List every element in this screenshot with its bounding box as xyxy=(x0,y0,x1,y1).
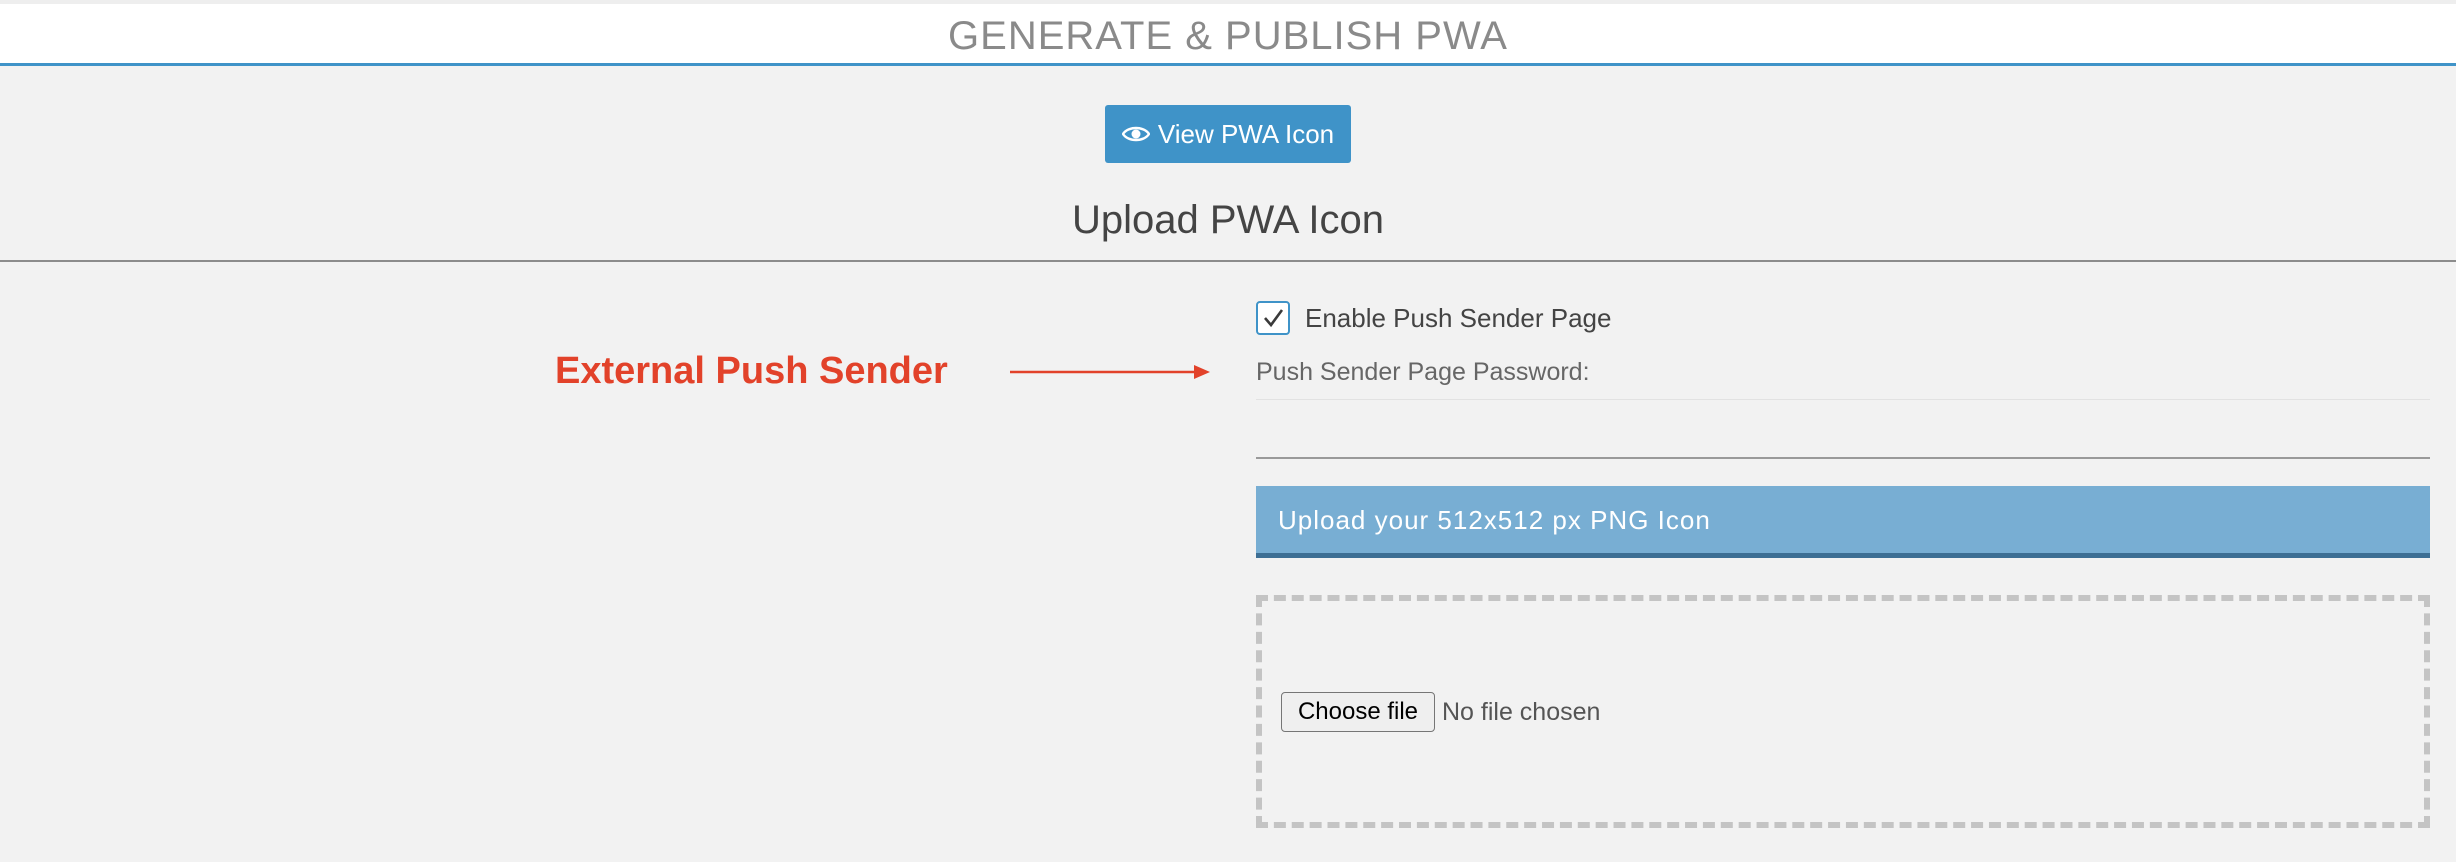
page-title: GENERATE & PUBLISH PWA xyxy=(948,14,1508,58)
view-pwa-icon-button[interactable]: View PWA Icon xyxy=(1105,105,1351,163)
annotation-arrow-icon xyxy=(1010,365,1210,379)
section-divider xyxy=(0,260,2456,262)
upload-icon-banner: Upload your 512x512 px PNG Icon xyxy=(1256,486,2430,558)
push-sender-password-input[interactable] xyxy=(1256,399,2430,459)
eye-icon xyxy=(1121,126,1151,142)
enable-push-sender-label[interactable]: Enable Push Sender Page xyxy=(1305,301,1611,335)
choose-file-button[interactable]: Choose file xyxy=(1281,692,1435,732)
view-pwa-icon-label: View PWA Icon xyxy=(1157,119,1335,149)
push-sender-password-label: Push Sender Page Password: xyxy=(1256,358,1590,386)
annotation-label: External Push Sender xyxy=(555,350,948,392)
file-status-text: No file chosen xyxy=(1442,698,1601,726)
section-title: Upload PWA Icon xyxy=(1071,198,1384,242)
checkmark-icon xyxy=(1264,309,1284,328)
enable-push-sender-checkbox[interactable] xyxy=(1256,301,1290,335)
